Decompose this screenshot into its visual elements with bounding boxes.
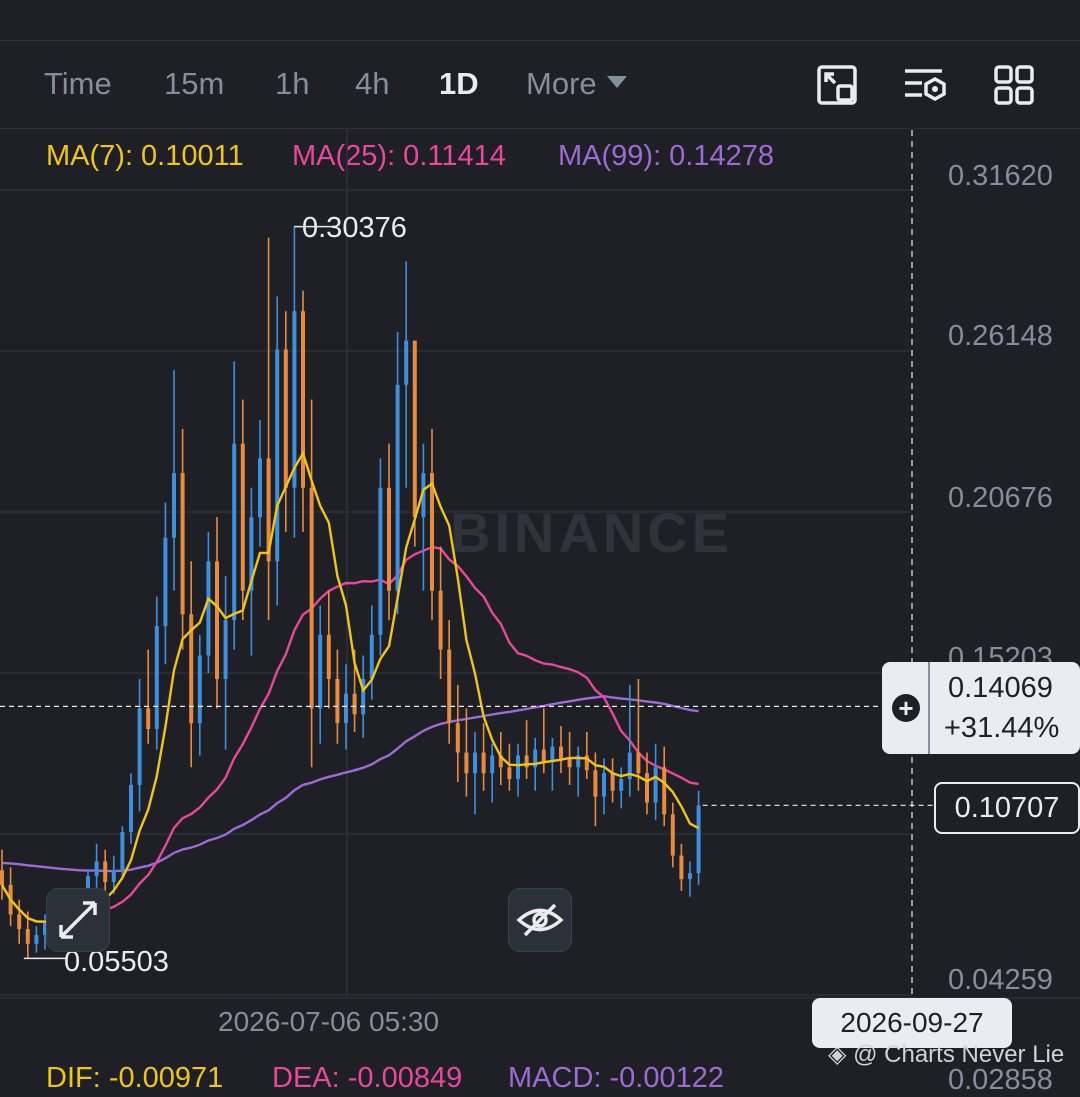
candle-body	[516, 755, 520, 780]
candle-body	[292, 311, 297, 488]
date-tick: 2026-07-06 05:30	[218, 1006, 440, 1037]
candle-body	[369, 634, 374, 680]
candle-body	[335, 679, 340, 724]
candle-body	[103, 861, 108, 883]
candle-body	[688, 873, 692, 880]
candle-body	[240, 443, 245, 591]
candle-body	[679, 855, 684, 880]
candle-body	[602, 773, 606, 797]
candle-body	[645, 773, 649, 803]
binance-logo-icon: ◈	[828, 1041, 854, 1068]
candle-body	[567, 758, 572, 768]
candle-body	[490, 755, 495, 774]
dif-value: DIF: -0.00971	[46, 1062, 224, 1094]
candle-body	[146, 708, 151, 730]
price-tick: 0.26148	[948, 320, 1053, 352]
candle-body	[94, 861, 99, 877]
price-tick: 0.20676	[948, 482, 1053, 514]
candle-body	[163, 537, 168, 627]
candle-body	[197, 655, 202, 724]
candle-body	[395, 384, 400, 591]
candle-body	[593, 770, 598, 797]
candle-body	[275, 349, 280, 562]
candle-body	[232, 443, 237, 621]
candle-body	[653, 767, 658, 803]
candle-body	[636, 752, 641, 774]
credit-text: ◈ @ Charts Never Lie	[828, 1040, 1064, 1069]
candle-body	[120, 831, 125, 871]
candle-body	[258, 458, 262, 518]
crosshair-price-tag: + 0.14069 +31.44%	[882, 662, 1080, 754]
candle-body	[111, 870, 116, 883]
candle-body	[481, 752, 486, 774]
ma7-series	[0, 450, 700, 930]
candle-body	[0, 870, 4, 885]
expand-arrows-icon	[59, 901, 97, 939]
candle-body	[172, 473, 176, 538]
dea-value: DEA: -0.00849	[272, 1062, 463, 1094]
candle-body	[344, 693, 348, 724]
candle-body	[550, 746, 555, 762]
fullscreen-button[interactable]	[46, 888, 110, 952]
candle-body	[696, 805, 701, 874]
chart-grid	[0, 130, 1080, 999]
candle-body	[447, 649, 452, 724]
last-price-tag: 0.10707	[934, 782, 1080, 834]
add-alert-icon[interactable]: +	[892, 694, 920, 722]
candle-body	[34, 934, 39, 944]
credit-label: @ Charts Never Lie	[853, 1041, 1065, 1068]
candle-body	[412, 340, 417, 518]
candle-body	[309, 487, 314, 709]
candle-body	[283, 349, 288, 488]
eye-off-icon	[516, 903, 564, 937]
ma7-line	[0, 450, 700, 930]
macd-value: MACD: -0.00122	[508, 1062, 724, 1094]
candle-body	[455, 723, 460, 753]
candle-body	[25, 929, 30, 944]
candle-body	[378, 487, 383, 635]
candle-body	[223, 620, 228, 680]
price-tick: 0.31620	[948, 160, 1053, 192]
candle-body	[404, 340, 409, 385]
candle-body	[129, 784, 133, 832]
candle-body	[507, 767, 512, 780]
tag-divider	[928, 662, 930, 754]
crosshair-price: 0.14069	[948, 672, 1053, 704]
candle-body	[318, 634, 323, 709]
candle-body	[438, 590, 443, 650]
hide-indicators-button[interactable]	[508, 888, 572, 952]
candle-body	[215, 561, 219, 680]
candle-body	[670, 814, 675, 856]
high-label: 0.30376	[302, 212, 407, 244]
crosshair-change: +31.44%	[944, 712, 1060, 744]
candle-body	[17, 914, 22, 930]
candle-body	[154, 626, 159, 730]
candle-body	[473, 752, 477, 774]
candle-body	[180, 473, 185, 615]
candles-series	[0, 225, 701, 959]
candle-body	[352, 693, 357, 715]
candle-body	[610, 773, 615, 791]
candle-body	[137, 708, 142, 785]
candle-body	[387, 487, 391, 591]
candle-body	[206, 561, 211, 656]
candle-body	[619, 779, 624, 791]
candle-body	[559, 746, 563, 759]
candle-body	[541, 749, 546, 762]
candle-body	[662, 767, 667, 815]
price-tick: 0.04259	[948, 964, 1053, 996]
candle-body	[464, 752, 469, 774]
candle-body	[326, 634, 331, 680]
